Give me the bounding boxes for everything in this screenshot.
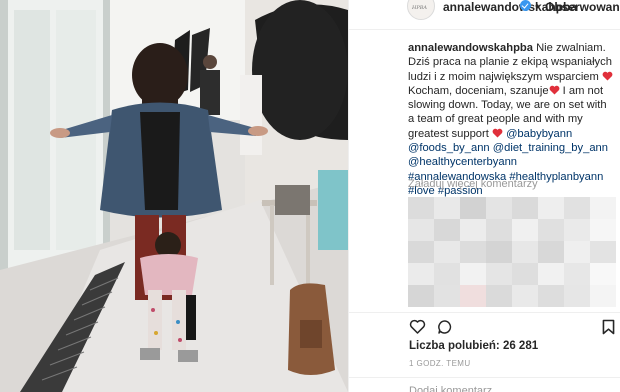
likes-count[interactable]: Liczba polubień: 26 281 xyxy=(409,340,538,352)
photo-scene xyxy=(0,0,348,392)
avatar[interactable]: HPBA xyxy=(407,0,435,20)
red-heart-emoji-icon xyxy=(602,71,613,81)
add-comment-section xyxy=(349,377,620,392)
verified-badge-icon xyxy=(520,0,531,11)
post-panel: HPBA annalewandowskahpba • Obserwowanie … xyxy=(348,0,620,392)
post-actions xyxy=(349,312,620,338)
blurred-comment-row xyxy=(408,285,616,307)
blurred-comment-row xyxy=(408,263,616,285)
red-heart-emoji-icon xyxy=(492,128,503,138)
add-comment-input[interactable] xyxy=(409,384,609,392)
post-photo[interactable] xyxy=(0,0,348,392)
caption-text-pl2: Kocham, doceniam, szanuje xyxy=(408,84,549,97)
post-timestamp[interactable]: 1 GODZ. TEMU xyxy=(409,359,471,368)
heart-icon[interactable] xyxy=(409,319,426,334)
pixelated-comments xyxy=(408,197,616,309)
post-header: HPBA annalewandowskahpba • Obserwowanie xyxy=(349,0,620,30)
blurred-comment-row xyxy=(408,241,616,263)
mention-link[interactable]: @foods_by_ann xyxy=(408,142,490,154)
mention-link[interactable]: @healthycenterbyann xyxy=(408,156,517,168)
avatar-logo-icon: HPBA xyxy=(412,5,428,11)
bookmark-icon[interactable] xyxy=(602,319,615,335)
likes-label: Liczba polubień: xyxy=(409,340,500,352)
load-more-comments-button[interactable]: Załaduj więcej komentarzy xyxy=(408,178,538,190)
mention-link[interactable]: @babybyann xyxy=(506,128,572,140)
comment-icon[interactable] xyxy=(437,319,453,335)
caption-username[interactable]: annalewandowskahpba xyxy=(408,42,533,54)
blurred-comment-row xyxy=(408,197,616,219)
header-separator: • xyxy=(535,0,540,13)
likes-number: 26 281 xyxy=(502,340,539,352)
mention-link[interactable]: @diet_training_by_ann xyxy=(493,142,608,154)
red-heart-emoji-icon xyxy=(549,85,559,95)
blurred-comment-row xyxy=(408,219,616,241)
post-caption: annalewandowskahpba Nie zwalniam. Dziś p… xyxy=(408,41,613,198)
following-button[interactable]: Obserwowanie xyxy=(545,0,620,14)
